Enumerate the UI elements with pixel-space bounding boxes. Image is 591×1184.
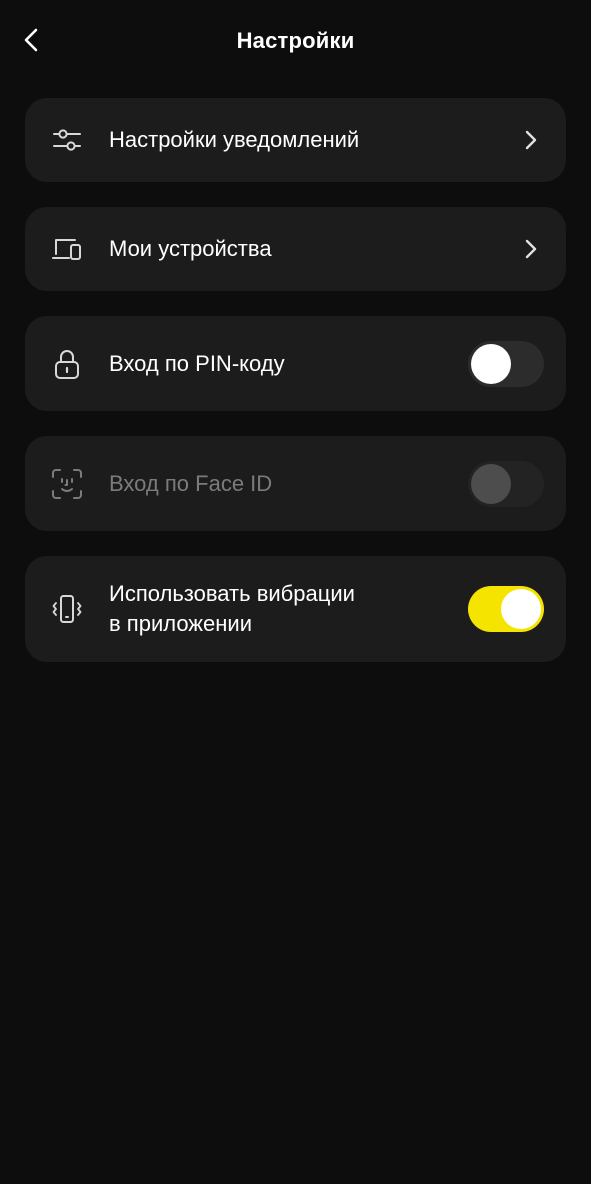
chevron-right-icon [518,236,544,262]
toggle-knob [501,589,541,629]
toggle-knob [471,343,511,384]
pin-login-label: Вход по PIN-коду [109,350,285,376]
pin-login-row: Вход по PIN-коду [25,316,566,411]
devices-icon [51,233,83,265]
face-id-icon [51,468,83,500]
chevron-right-icon [518,127,544,153]
face-id-login-toggle[interactable] [468,460,544,507]
header: Настройки [0,0,591,84]
lock-icon [51,348,83,380]
sliders-icon [51,124,83,156]
vibration-row: Использовать вибрации в приложении [25,556,566,662]
vibration-label: Использовать вибрации в приложении [109,579,468,639]
settings-list: Настройки уведомлений Мои устройства Вхо… [25,98,566,687]
phone-vibration-icon [51,593,83,625]
pin-login-toggle[interactable] [468,340,544,387]
vibration-label-line-2: в приложении [109,611,252,636]
my-devices-label: Мои устройства [109,236,272,261]
toggle-knob [471,463,511,504]
notification-settings-label: Настройки уведомлений [109,127,360,152]
vibration-toggle[interactable] [468,586,544,632]
settings-screen: Настройки Настройки уведомлений Мои устр… [0,0,591,1184]
vibration-label-line-1: Использовать вибрации [109,581,355,606]
page-title: Настройки [236,28,355,53]
notification-settings-row[interactable]: Настройки уведомлений [25,98,566,182]
face-id-login-row: Вход по Face ID [25,436,566,531]
my-devices-row[interactable]: Мои устройства [25,207,566,291]
face-id-login-label: Вход по Face ID [109,470,273,496]
